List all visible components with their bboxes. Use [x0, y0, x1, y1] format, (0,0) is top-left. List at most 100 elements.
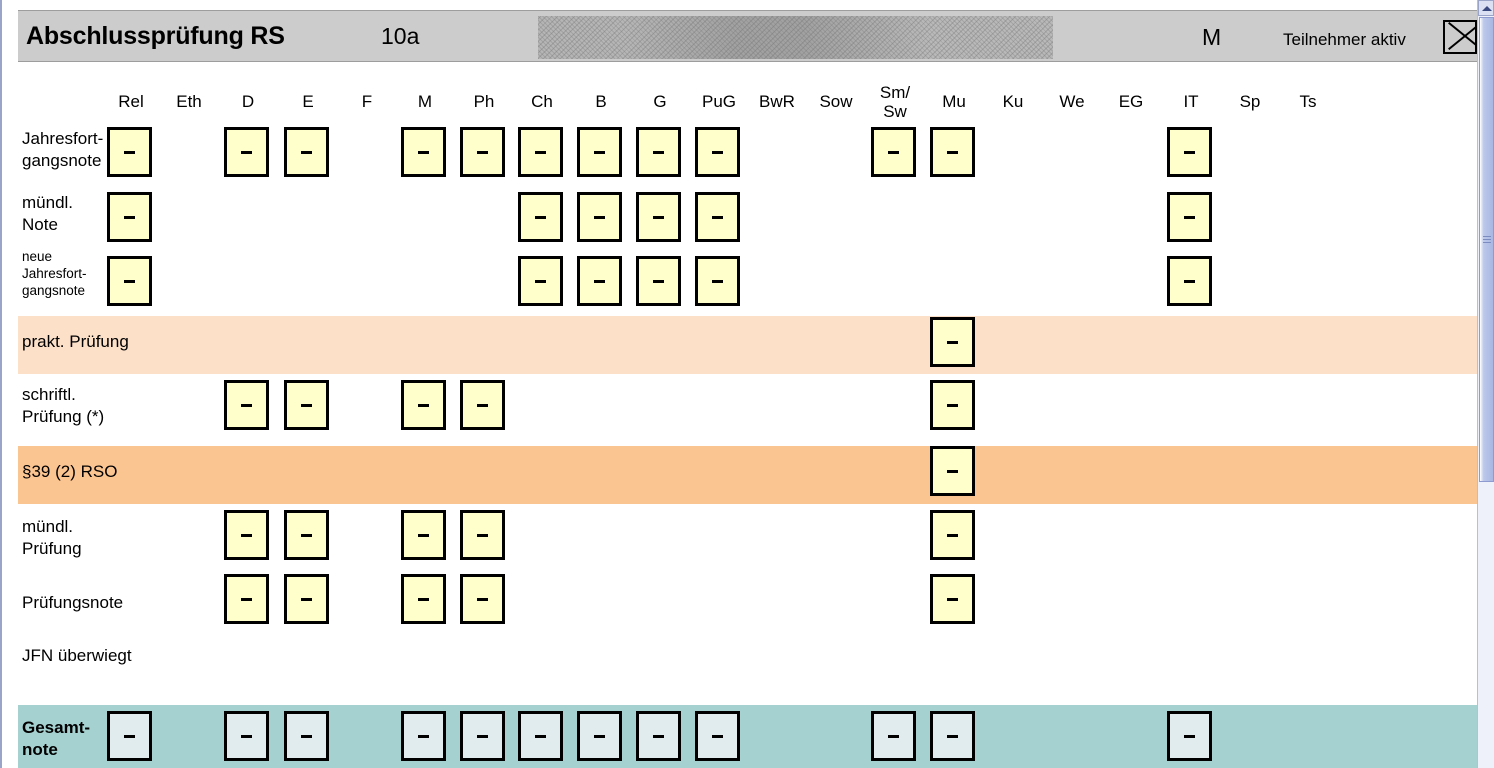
- grade-input-paragraph-39-2-rso-mu[interactable]: [930, 446, 975, 496]
- empty-value-dash: [947, 533, 958, 537]
- grade-input-muendliche-note-b[interactable]: [577, 192, 622, 242]
- grade-input-muendliche-pruefung-e[interactable]: [284, 510, 329, 560]
- empty-value-dash: [653, 279, 664, 283]
- grade-input-neue-jahresfortgangsnote-b[interactable]: [577, 256, 622, 306]
- grade-input-neue-jahresfortgangsnote-pug[interactable]: [695, 256, 740, 306]
- window-header: Abschlussprüfung RS 10a M Teilnehmer akt…: [18, 10, 1479, 62]
- grade-input-schriftliche-pruefung-m[interactable]: [401, 380, 446, 430]
- redacted-student-name: [538, 16, 1053, 59]
- grade-input-schriftliche-pruefung-mu[interactable]: [930, 380, 975, 430]
- grade-input-neue-jahresfortgangsnote-it[interactable]: [1167, 256, 1212, 306]
- empty-value-dash: [888, 150, 899, 154]
- grade-input-gesamtnote-ph[interactable]: [460, 711, 505, 761]
- row-label-muendliche-note: mündl. Note: [22, 193, 74, 234]
- grade-input-gesamtnote-pug[interactable]: [695, 711, 740, 761]
- grade-input-gesamtnote-g[interactable]: [636, 711, 681, 761]
- grade-input-muendliche-pruefung-d[interactable]: [224, 510, 269, 560]
- scroll-up-arrow-icon[interactable]: [1478, 0, 1494, 16]
- grade-input-jahresfortgangsnote-m[interactable]: [401, 127, 446, 177]
- grade-input-gesamtnote-m[interactable]: [401, 711, 446, 761]
- page-title: Abschlussprüfung RS: [26, 22, 285, 50]
- grade-input-gesamtnote-ch[interactable]: [518, 711, 563, 761]
- empty-value-dash: [124, 734, 135, 738]
- column-header-sow: Sow: [819, 92, 853, 111]
- empty-value-dash: [301, 403, 312, 407]
- grade-input-jahresfortgangsnote-ch[interactable]: [518, 127, 563, 177]
- grade-input-schriftliche-pruefung-e[interactable]: [284, 380, 329, 430]
- empty-value-dash: [947, 403, 958, 407]
- empty-value-dash: [418, 403, 429, 407]
- teacher-initial: M: [1202, 24, 1222, 50]
- row-band-paragraph-39-2-rso: [18, 446, 1479, 504]
- grade-input-gesamtnote-mu[interactable]: [930, 711, 975, 761]
- grade-input-praktische-pruefung-mu[interactable]: [930, 317, 975, 367]
- empty-value-dash: [712, 734, 723, 738]
- grade-input-muendliche-pruefung-m[interactable]: [401, 510, 446, 560]
- empty-value-dash: [301, 533, 312, 537]
- empty-value-dash: [535, 279, 546, 283]
- grade-input-muendliche-note-g[interactable]: [636, 192, 681, 242]
- grade-input-neue-jahresfortgangsnote-ch[interactable]: [518, 256, 563, 306]
- grade-input-muendliche-note-rel[interactable]: [107, 192, 152, 242]
- grade-input-neue-jahresfortgangsnote-g[interactable]: [636, 256, 681, 306]
- grade-input-jahresfortgangsnote-pug[interactable]: [695, 127, 740, 177]
- empty-value-dash: [594, 150, 605, 154]
- grade-input-schriftliche-pruefung-d[interactable]: [224, 380, 269, 430]
- grade-input-jahresfortgangsnote-smsw[interactable]: [871, 127, 916, 177]
- grade-input-gesamtnote-d[interactable]: [224, 711, 269, 761]
- grade-input-neue-jahresfortgangsnote-rel[interactable]: [107, 256, 152, 306]
- row-label-pruefungsnote: Prüfungsnote: [22, 593, 124, 612]
- column-header-e: E: [302, 92, 314, 111]
- grade-input-pruefungsnote-mu[interactable]: [930, 574, 975, 624]
- grade-input-gesamtnote-smsw[interactable]: [871, 711, 916, 761]
- grade-input-pruefungsnote-m[interactable]: [401, 574, 446, 624]
- grade-input-schriftliche-pruefung-ph[interactable]: [460, 380, 505, 430]
- column-header-d: D: [241, 92, 255, 111]
- grade-input-muendliche-pruefung-mu[interactable]: [930, 510, 975, 560]
- grade-input-jahresfortgangsnote-ph[interactable]: [460, 127, 505, 177]
- empty-value-dash: [712, 279, 723, 283]
- empty-value-dash: [477, 734, 488, 738]
- grade-input-gesamtnote-e[interactable]: [284, 711, 329, 761]
- grade-input-jahresfortgangsnote-rel[interactable]: [107, 127, 152, 177]
- grade-input-jahresfortgangsnote-e[interactable]: [284, 127, 329, 177]
- grade-input-pruefungsnote-ph[interactable]: [460, 574, 505, 624]
- column-header-pug: PuG: [701, 92, 737, 111]
- empty-value-dash: [241, 403, 252, 407]
- empty-value-dash: [712, 150, 723, 154]
- column-header-m: M: [417, 92, 433, 111]
- grade-input-jahresfortgangsnote-it[interactable]: [1167, 127, 1212, 177]
- row-label-jfn-ueberwiegt: JFN überwiegt: [22, 646, 132, 665]
- grade-input-muendliche-note-ch[interactable]: [518, 192, 563, 242]
- row-label-muendliche-pruefung: mündl. Prüfung: [22, 517, 82, 558]
- column-header-b: B: [595, 92, 607, 111]
- empty-value-dash: [947, 340, 958, 344]
- grade-input-muendliche-note-it[interactable]: [1167, 192, 1212, 242]
- grade-input-gesamtnote-b[interactable]: [577, 711, 622, 761]
- column-header-ts: Ts: [1299, 92, 1317, 111]
- vertical-scrollbar[interactable]: [1477, 0, 1494, 768]
- empty-value-dash: [594, 734, 605, 738]
- grade-input-pruefungsnote-e[interactable]: [284, 574, 329, 624]
- grade-input-muendliche-pruefung-ph[interactable]: [460, 510, 505, 560]
- scrollbar-thumb[interactable]: [1479, 17, 1494, 482]
- grade-input-gesamtnote-rel[interactable]: [107, 711, 152, 761]
- grade-input-jahresfortgangsnote-b[interactable]: [577, 127, 622, 177]
- grade-input-jahresfortgangsnote-mu[interactable]: [930, 127, 975, 177]
- grade-input-pruefungsnote-d[interactable]: [224, 574, 269, 624]
- empty-value-dash: [1184, 215, 1195, 219]
- empty-value-dash: [947, 150, 958, 154]
- grade-input-gesamtnote-it[interactable]: [1167, 711, 1212, 761]
- class-label: 10a: [381, 23, 420, 49]
- column-header-bwr: BwR: [759, 92, 795, 111]
- grade-input-jahresfortgangsnote-d[interactable]: [224, 127, 269, 177]
- empty-value-dash: [653, 215, 664, 219]
- participant-active-checkbox[interactable]: [1443, 20, 1477, 54]
- column-header-smsw: Sm/ Sw: [879, 83, 911, 121]
- column-header-g: G: [653, 92, 667, 111]
- grade-input-muendliche-note-pug[interactable]: [695, 192, 740, 242]
- empty-value-dash: [418, 734, 429, 738]
- column-header-eg: EG: [1118, 92, 1144, 111]
- grade-input-jahresfortgangsnote-g[interactable]: [636, 127, 681, 177]
- empty-value-dash: [124, 215, 135, 219]
